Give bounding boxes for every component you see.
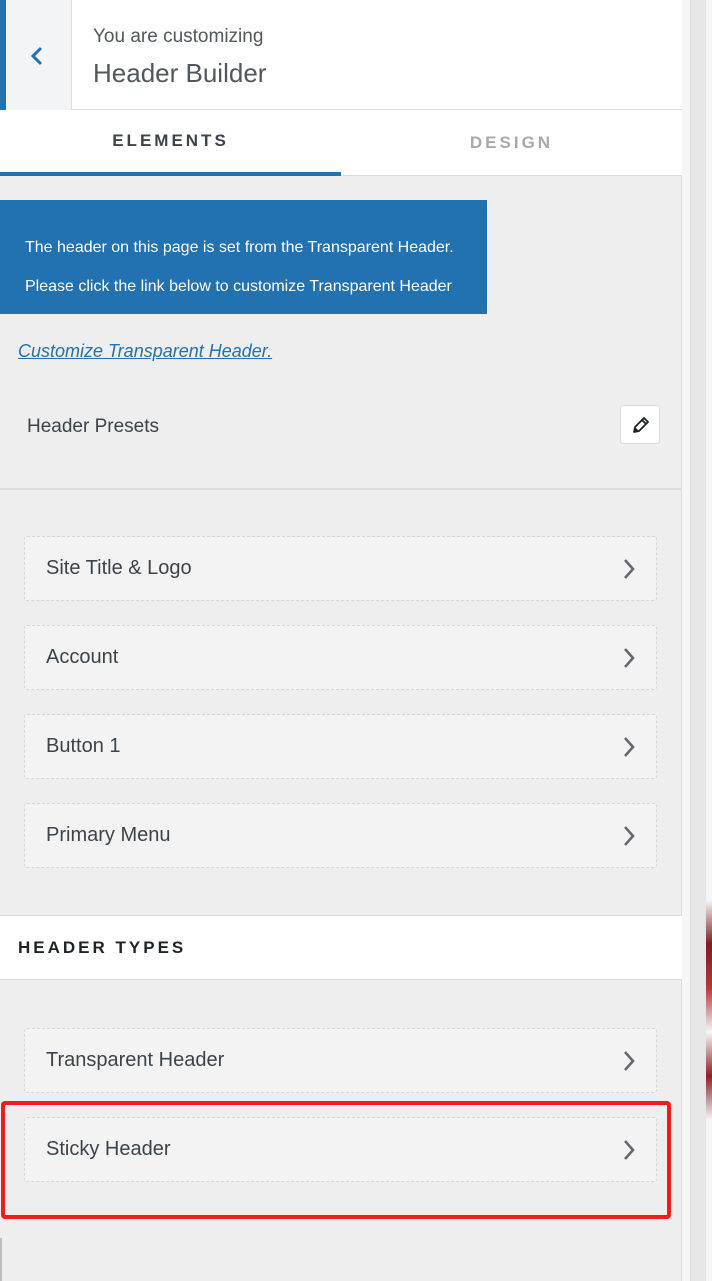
section-divider xyxy=(0,488,682,490)
panel-title: Header Builder xyxy=(93,58,267,88)
chevron-right-icon xyxy=(624,737,635,757)
scrollbar[interactable] xyxy=(690,0,706,1281)
element-item-account[interactable]: Account xyxy=(24,625,657,690)
header-presets-label: Header Presets xyxy=(27,416,160,437)
panel-edge-mark xyxy=(0,1238,2,1281)
chevron-right-icon xyxy=(624,1051,635,1071)
preview-edge xyxy=(706,900,712,1120)
element-item-label: Primary Menu xyxy=(46,824,171,846)
chevron-left-icon xyxy=(30,46,43,66)
chevron-right-icon xyxy=(624,826,635,846)
notice-line-2: Please click the link below to customize… xyxy=(25,278,452,295)
tab-bar: ELEMENTS DESIGN xyxy=(0,110,682,176)
header-type-label: Transparent Header xyxy=(46,1049,225,1071)
header-types-heading: HEADER TYPES xyxy=(0,915,682,980)
customizing-subtitle: You are customizing xyxy=(93,26,264,47)
customizer-panel: You are customizing Header Builder ELEME… xyxy=(0,0,682,1281)
header-type-label: Sticky Header xyxy=(46,1138,171,1160)
element-item-button-1[interactable]: Button 1 xyxy=(24,714,657,779)
customize-transparent-header-link[interactable]: Customize Transparent Header. xyxy=(18,341,272,362)
element-item-label: Button 1 xyxy=(46,735,121,757)
header-type-transparent[interactable]: Transparent Header xyxy=(24,1028,657,1093)
element-item-label: Site Title & Logo xyxy=(46,557,192,579)
element-item-site-title-logo[interactable]: Site Title & Logo xyxy=(24,536,657,601)
chevron-right-icon xyxy=(624,559,635,579)
section-heading-text: HEADER TYPES xyxy=(18,938,187,957)
element-item-primary-menu[interactable]: Primary Menu xyxy=(24,803,657,868)
tab-design[interactable]: DESIGN xyxy=(341,110,682,176)
tab-elements[interactable]: ELEMENTS xyxy=(0,110,341,176)
transparent-header-notice: The header on this page is set from the … xyxy=(0,200,487,314)
chevron-right-icon xyxy=(624,648,635,668)
notice-line-1: The header on this page is set from the … xyxy=(25,239,454,256)
chevron-right-icon xyxy=(624,1140,635,1160)
back-button[interactable] xyxy=(0,0,72,110)
customizer-header: You are customizing Header Builder xyxy=(0,0,682,110)
header-presets-edit-button[interactable] xyxy=(620,405,660,444)
header-type-sticky[interactable]: Sticky Header xyxy=(24,1117,657,1182)
pencil-icon xyxy=(633,417,649,433)
element-item-label: Account xyxy=(46,646,119,668)
